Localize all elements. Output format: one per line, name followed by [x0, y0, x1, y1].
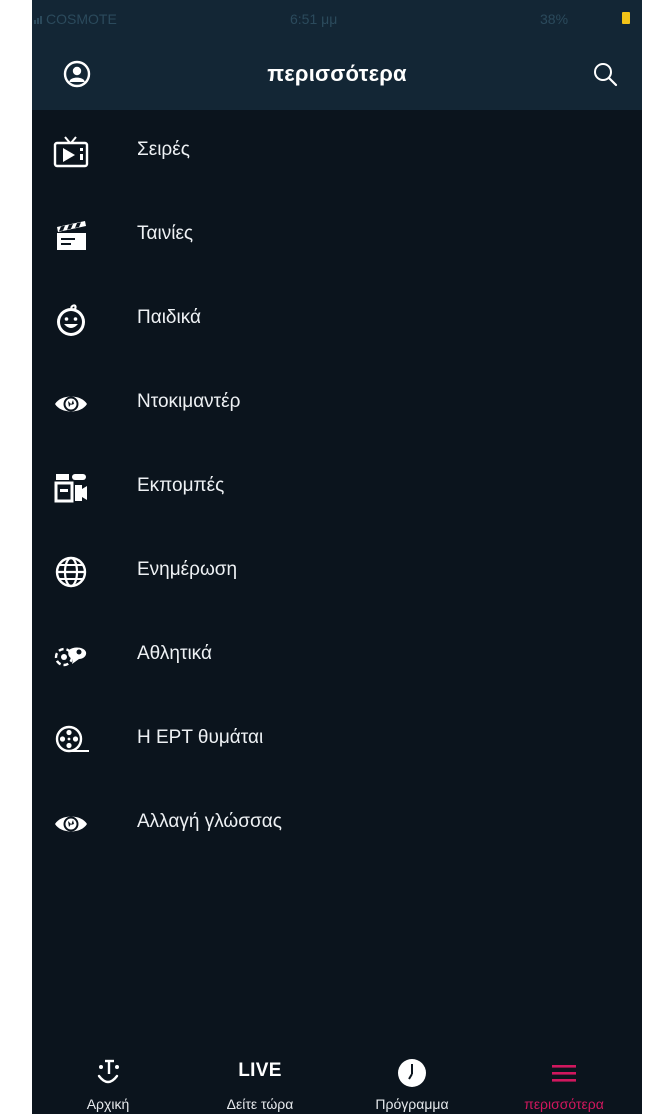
studio-icon — [54, 474, 87, 503]
nav-schedule[interactable]: Πρόγραμμα — [336, 1046, 488, 1114]
bottom-nav: Αρχική LIVE Δείτε τώρα Πρόγραμμα περισσό… — [32, 1046, 642, 1114]
menu-item-label: Ντοκιμαντέρ — [137, 391, 241, 412]
menu-item-change-language[interactable]: Αλλαγή γλώσσας — [32, 782, 642, 866]
menu-item-ert-remembers[interactable]: Η ΕΡΤ θυμάται — [32, 698, 642, 782]
eye-icon — [55, 816, 87, 832]
tv-icon — [53, 136, 89, 168]
menu-item-label: Εκπομπές — [137, 475, 225, 496]
nav-more[interactable]: περισσότερα — [488, 1046, 640, 1114]
menu-item-label: Σειρές — [137, 139, 190, 160]
menu-item-label: Η ΕΡΤ θυμάται — [137, 727, 264, 748]
menu-item-label: Ενημέρωση — [137, 559, 238, 580]
app-header: περισσότερα — [32, 38, 642, 110]
app-screen: COSMOTE 6:51 μμ 38% περισσότερα Σειρές Τ… — [32, 0, 642, 1114]
menu-item-movies[interactable]: Ταινίες — [32, 194, 642, 278]
battery-icon — [622, 12, 630, 24]
menu-item-label: Παιδικά — [137, 307, 201, 328]
menu-item-label: Αθλητικά — [137, 643, 212, 664]
menu-item-label: Αλλαγή γλώσσας — [137, 811, 282, 832]
search-icon[interactable] — [591, 60, 619, 88]
menu-item-shows[interactable]: Εκπομπές — [32, 446, 642, 530]
nav-home[interactable]: Αρχική — [32, 1046, 184, 1114]
ert-logo-icon — [97, 1059, 119, 1084]
nav-schedule-label: Πρόγραμμα — [375, 1096, 449, 1112]
menu-item-series[interactable]: Σειρές — [32, 110, 642, 194]
globe-icon — [55, 556, 87, 588]
kid-face-icon — [57, 304, 85, 336]
battery-percent: 38% — [540, 11, 569, 27]
nav-home-label: Αρχική — [86, 1096, 130, 1112]
nav-more-label: περισσότερα — [524, 1096, 604, 1112]
menu-item-news[interactable]: Ενημέρωση — [32, 530, 642, 614]
signal-icon — [34, 16, 42, 24]
menu-item-label: Ταινίες — [137, 223, 194, 244]
clapperboard-icon — [57, 221, 86, 250]
eye-icon — [55, 396, 87, 412]
page-title: περισσότερα — [267, 61, 407, 86]
live-icon: LIVE — [238, 1060, 282, 1081]
film-reel-icon — [55, 725, 89, 753]
sports-icon — [54, 647, 87, 667]
menu-item-kids[interactable]: Παιδικά — [32, 278, 642, 362]
menu-item-sports[interactable]: Αθλητικά — [32, 614, 642, 698]
carrier-name: COSMOTE — [46, 11, 117, 27]
clock-icon — [398, 1059, 426, 1087]
hamburger-menu-icon — [552, 1065, 576, 1082]
menu-item-documentaries[interactable]: Ντοκιμαντέρ — [32, 362, 642, 446]
status-time: 6:51 μμ — [290, 11, 338, 27]
nav-live-label: Δείτε τώρα — [226, 1096, 294, 1112]
nav-live[interactable]: LIVE Δείτε τώρα — [184, 1046, 336, 1114]
status-bar: COSMOTE 6:51 μμ 38% — [32, 0, 642, 38]
